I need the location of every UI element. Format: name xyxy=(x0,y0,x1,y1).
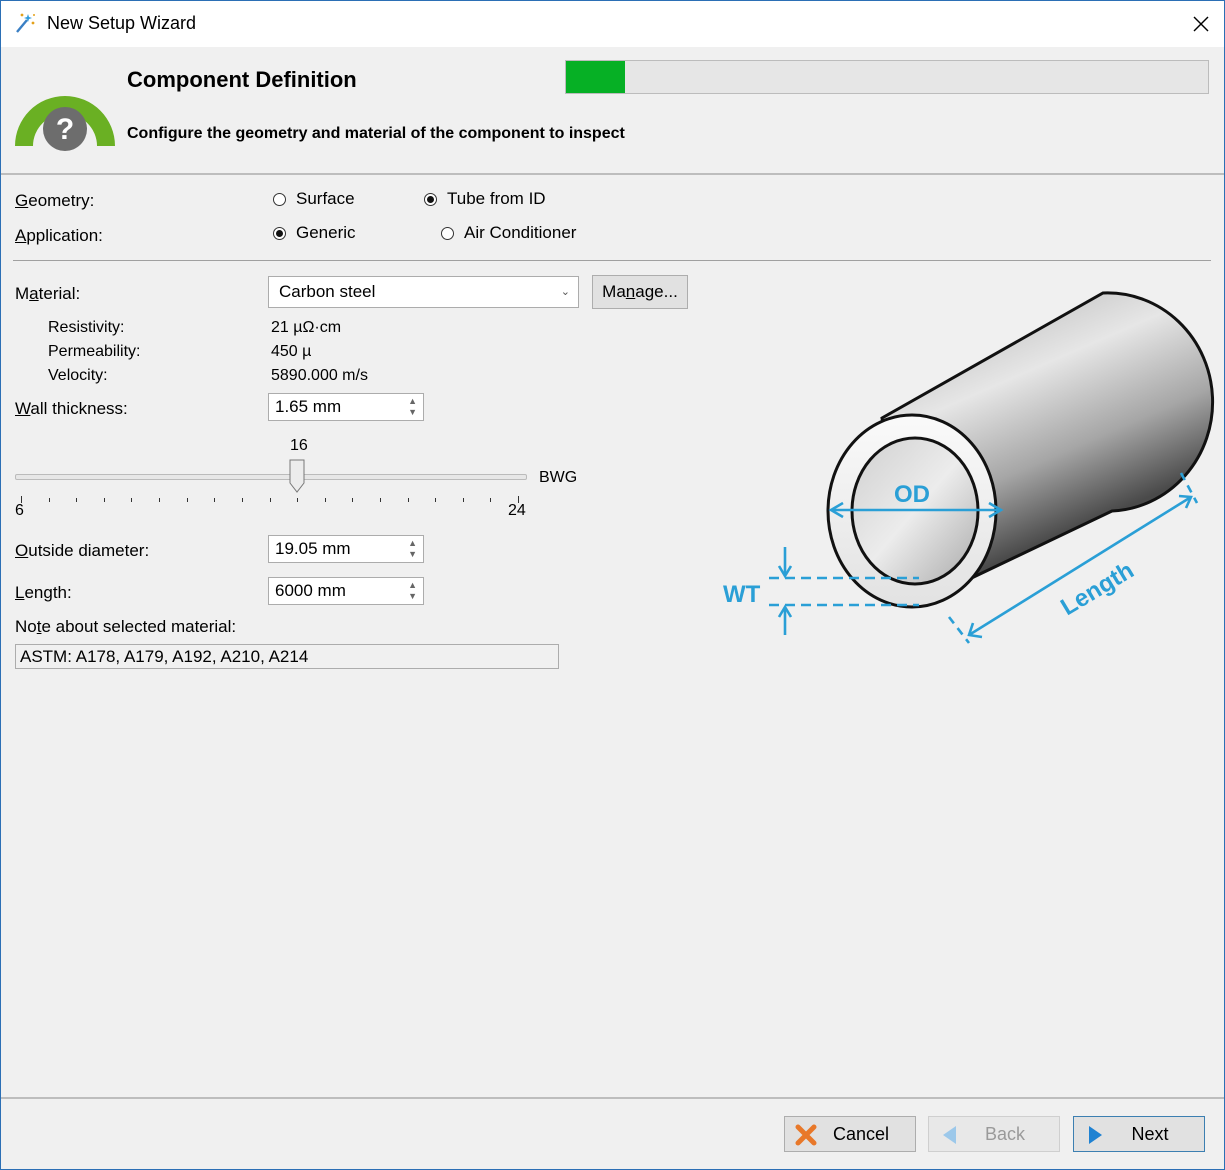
material-select-value: Carbon steel xyxy=(279,282,376,301)
outside-diameter-value: 19.05 mm xyxy=(275,539,351,558)
cancel-button[interactable]: Cancel xyxy=(784,1116,916,1152)
radio-label: Surface xyxy=(296,189,355,208)
spin-arrows-icon[interactable]: ▲ ▼ xyxy=(408,396,417,418)
slider-tick xyxy=(379,498,381,502)
slider-tick xyxy=(186,498,188,502)
slider-unit: BWG xyxy=(539,469,578,486)
wall-thickness-input[interactable]: 1.65 mm ▲ ▼ xyxy=(268,393,424,421)
spin-arrows-icon[interactable]: ▲ ▼ xyxy=(408,538,417,560)
bwg-slider-thumb[interactable] xyxy=(289,459,305,493)
slider-value: 16 xyxy=(290,437,308,454)
wall-thickness-value: 1.65 mm xyxy=(275,397,342,416)
note-field[interactable]: ASTM: A178, A179, A192, A210, A214 xyxy=(15,644,559,669)
slider-tick xyxy=(490,498,492,502)
page-subtitle: Configure the geometry and material of t… xyxy=(127,125,625,142)
length-diagram-label: Length xyxy=(1056,557,1138,621)
note-label: Note about selected material: xyxy=(15,617,237,636)
wizard-header: ? Component Definition Configure the geo… xyxy=(1,47,1224,175)
slider-tick xyxy=(103,498,105,502)
velocity-value: 5890.000 m/s xyxy=(271,367,368,384)
close-icon xyxy=(1193,16,1209,32)
resistivity-label: Resistivity: xyxy=(48,319,125,336)
next-button[interactable]: Next xyxy=(1073,1116,1205,1152)
length-input[interactable]: 6000 mm ▲ ▼ xyxy=(268,577,424,605)
geometry-tube-radio[interactable]: Tube from ID xyxy=(424,189,546,209)
permeability-value: 450 µ xyxy=(271,343,312,360)
svg-text:?: ? xyxy=(56,113,74,146)
chevron-down-icon: ⌄ xyxy=(560,286,570,298)
resistivity-value: 21 µΩ·cm xyxy=(271,319,342,336)
material-label: Material: xyxy=(15,284,81,303)
footer-divider xyxy=(1,1097,1224,1099)
manage-materials-button[interactable]: Manage... xyxy=(592,275,688,309)
length-label: Length: xyxy=(15,583,72,602)
radio-dot xyxy=(273,192,286,206)
help-logo-icon: ? xyxy=(15,96,115,151)
radio-dot xyxy=(273,226,286,240)
radio-label: Generic xyxy=(296,223,356,242)
page-title: Component Definition xyxy=(127,67,357,92)
velocity-label: Velocity: xyxy=(48,367,108,384)
outside-diameter-label: Outside diameter: xyxy=(15,541,150,560)
bwg-slider-track[interactable] xyxy=(15,474,527,480)
close-button[interactable] xyxy=(1178,1,1224,47)
material-select[interactable]: Carbon steel ⌄ xyxy=(268,276,579,308)
window-title: New Setup Wizard xyxy=(47,13,197,33)
geometry-label: Geometry: xyxy=(15,191,95,210)
od-label: OD xyxy=(894,481,930,508)
title-bar: New Setup Wizard xyxy=(1,1,1224,47)
manage-button-label: Manage... xyxy=(602,282,678,301)
wt-label: WT xyxy=(723,581,761,608)
slider-tick xyxy=(435,498,437,502)
slider-tick xyxy=(324,498,326,502)
slider-tick xyxy=(76,498,78,502)
slider-tick xyxy=(269,498,271,502)
slider-tick xyxy=(159,498,161,502)
length-value: 6000 mm xyxy=(275,581,346,600)
geometry-surface-radio[interactable]: Surface xyxy=(273,189,355,209)
back-button[interactable]: Back xyxy=(928,1116,1060,1152)
magic-wand-icon xyxy=(16,13,35,33)
cancel-button-label: Cancel xyxy=(832,1123,890,1144)
slider-tick xyxy=(297,498,299,502)
slider-tick xyxy=(131,498,133,502)
slider-min: 6 xyxy=(15,502,24,519)
application-label: Application: xyxy=(15,226,103,245)
application-generic-radio[interactable]: Generic xyxy=(273,223,356,243)
wall-thickness-label: Wall thickness: xyxy=(15,399,128,418)
slider-max: 24 xyxy=(508,502,526,519)
progress-fill xyxy=(566,61,626,93)
slider-tick xyxy=(48,498,50,502)
radio-dot xyxy=(441,226,454,240)
slider-tick xyxy=(462,498,464,502)
slider-tick xyxy=(241,498,243,502)
tube-diagram: OD WT Length xyxy=(723,291,1215,644)
application-aircon-radio[interactable]: Air Conditioner xyxy=(441,223,576,243)
outside-diameter-input[interactable]: 19.05 mm ▲ ▼ xyxy=(268,535,424,563)
back-button-label: Back xyxy=(984,1123,1026,1144)
slider-tick xyxy=(214,498,216,502)
permeability-label: Permeability: xyxy=(48,343,141,360)
wizard-progress-bar xyxy=(565,60,1209,94)
section-divider xyxy=(13,260,1211,261)
radio-label: Tube from ID xyxy=(447,189,546,208)
wizard-window: New Setup Wizard ? Component Definition … xyxy=(0,0,1225,1170)
radio-dot xyxy=(424,192,437,206)
slider-tick xyxy=(407,498,409,502)
radio-label: Air Conditioner xyxy=(464,223,577,242)
spin-arrows-icon[interactable]: ▲ ▼ xyxy=(408,580,417,602)
next-button-label: Next xyxy=(1131,1123,1169,1144)
slider-tick xyxy=(352,498,354,502)
